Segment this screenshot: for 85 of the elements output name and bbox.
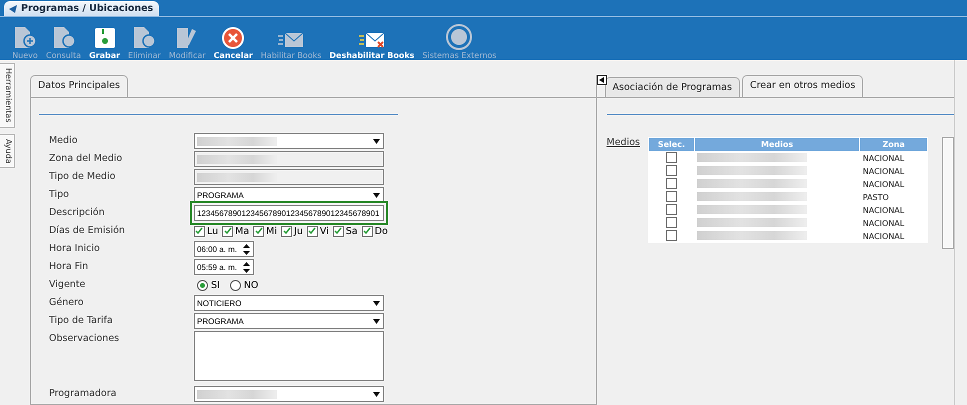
radio-button[interactable] (230, 280, 241, 290)
table-cell: NACIONAL (860, 178, 928, 191)
field-label: Género (48, 296, 85, 310)
side-tab[interactable]: Ayuda (0, 134, 15, 168)
checkbox[interactable] (332, 226, 344, 236)
panel-tab[interactable]: Asociación de Programas (604, 77, 740, 97)
field-label: Descripción (48, 206, 106, 220)
spinner-icon (242, 244, 250, 254)
radio-label: NO (244, 280, 258, 290)
toolbar-button[interactable]: Grabar (85, 26, 124, 60)
field-value: 06:00 a. m. (196, 244, 238, 254)
table-cell: PASTO (860, 191, 928, 204)
panel-tab[interactable]: Datos Principales (30, 75, 128, 97)
textarea-field[interactable] (194, 331, 384, 381)
field-label: Tipo de Medio (48, 170, 116, 184)
checkbox[interactable] (666, 152, 677, 163)
input-field[interactable] (194, 151, 384, 167)
checkbox-label: Ju (294, 226, 303, 236)
time-field[interactable]: 05:59 a. m. (194, 259, 254, 275)
input-field[interactable] (194, 169, 384, 185)
checkbox-label: Lu (206, 226, 218, 236)
document-icon (12, 26, 38, 50)
field-label: Observaciones (48, 332, 120, 346)
field-label: Programadora (48, 387, 118, 401)
collapse-button[interactable] (596, 75, 607, 85)
toolbar-button[interactable]: Cancelar (210, 26, 257, 60)
envelope-icon (358, 30, 386, 50)
checkbox[interactable] (666, 230, 677, 241)
checkbox-label: Vi (320, 226, 329, 236)
cancel-icon (221, 26, 246, 50)
checkbox-label: Do (374, 226, 388, 236)
checkbox[interactable] (666, 217, 677, 228)
app-icon (8, 4, 18, 14)
dropdown-field[interactable] (194, 386, 384, 402)
checkbox[interactable] (666, 178, 677, 189)
field-label: Hora Fin (48, 260, 90, 274)
field-label: Vigente (48, 278, 86, 292)
field-value: NOTICIERO (196, 298, 242, 308)
field-label: Zona del Medio (48, 152, 124, 166)
table-cell: NACIONAL (860, 152, 928, 165)
field-label: Medio (48, 134, 79, 148)
field-label: Hora Inicio (48, 242, 101, 256)
checkbox-label: Ma (235, 226, 250, 236)
spinner-icon (242, 262, 250, 272)
document-icon (131, 26, 158, 50)
checkbox[interactable] (306, 226, 318, 236)
field-value: PROGRAMA (196, 190, 244, 200)
caret-icon (372, 392, 380, 396)
envelope-icon (277, 30, 306, 50)
checkbox[interactable] (253, 226, 264, 236)
time-field[interactable]: 06:00 a. m. (194, 241, 254, 257)
panel-tab[interactable]: Crear en otros medios (742, 75, 864, 97)
radio-label: SI (210, 280, 220, 290)
checkbox[interactable] (281, 226, 292, 236)
field-label: Tipo de Tarifa (48, 314, 114, 328)
dropdown-field[interactable] (194, 133, 384, 149)
checkbox[interactable] (666, 165, 677, 176)
radio-button[interactable] (196, 280, 208, 290)
field-label: Días de Emisión (48, 224, 126, 238)
caret-icon (372, 318, 380, 324)
table-cell: NACIONAL (860, 217, 928, 230)
table-cell: NACIONAL (860, 230, 928, 243)
checkbox[interactable] (362, 226, 373, 236)
toolbar-button[interactable]: Deshabilitar Books (325, 30, 418, 60)
caret-icon (372, 192, 380, 198)
scrollbar[interactable] (942, 137, 954, 249)
caret-icon (372, 300, 380, 306)
table-cell: NACIONAL (860, 165, 928, 178)
checkbox-label: Mi (266, 226, 278, 236)
table-label: Medios (606, 137, 640, 148)
field-label: Tipo (48, 188, 70, 202)
caret-icon (372, 138, 380, 144)
table-cell: NACIONAL (860, 204, 928, 217)
window-tab[interactable]: Programas / Ubicaciones (4, 1, 160, 16)
checkbox[interactable] (222, 226, 234, 236)
field-value: 12345678901234567890123456789012345678901 (196, 208, 380, 218)
checkbox[interactable] (666, 204, 677, 215)
checkbox[interactable] (194, 226, 205, 236)
dropdown-field[interactable]: PROGRAMA (194, 313, 384, 329)
field-value: PROGRAMA (196, 316, 244, 326)
dropdown-field[interactable]: NOTICIERO (194, 295, 384, 311)
checkbox[interactable] (666, 191, 677, 202)
side-tab[interactable]: Herramientas (0, 63, 15, 128)
checkbox-label: Sa (346, 226, 358, 236)
field-value: 05:59 a. m. (196, 262, 238, 272)
